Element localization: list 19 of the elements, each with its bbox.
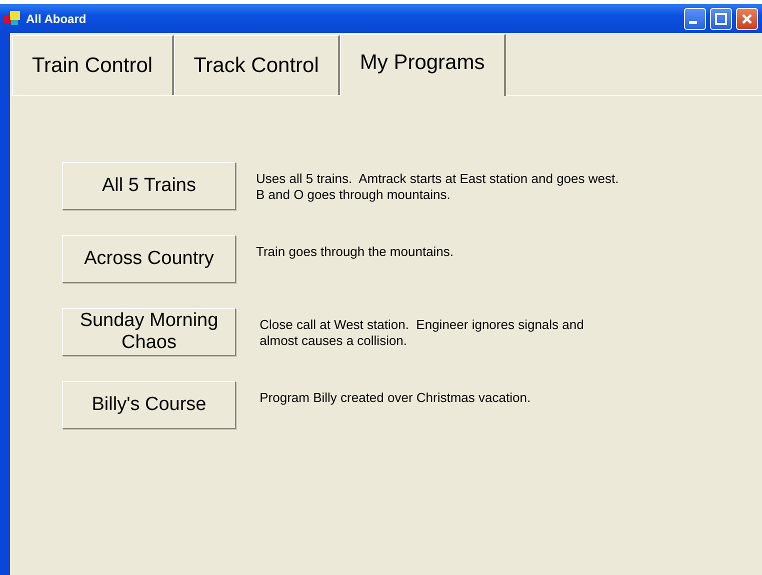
close-icon [741,12,753,24]
close-button[interactable] [736,8,758,30]
tab[interactable]: My Programs [340,34,506,96]
program-description: Program Billy created over Christmas vacation. [258,390,531,406]
program-button[interactable]: All 5 Trains [62,162,236,210]
tab[interactable]: Track Control [174,35,340,95]
minimize-icon [689,21,697,24]
program-description: Uses all 5 trains. Amtrack starts at East station and goes west. B and O goes through mountains. [256,171,619,203]
minimize-button[interactable] [684,8,706,30]
program-button[interactable]: Billy's Course [62,381,236,429]
program-button[interactable]: Sunday Morning Chaos [62,308,236,356]
maximize-button[interactable] [710,8,732,30]
window-title: All Aboard [26,12,88,26]
tab[interactable]: Train Control [12,35,174,95]
app-icon [4,10,22,26]
program-button[interactable]: Across Country [62,235,236,283]
maximize-icon [715,12,727,24]
program-description: Close call at West station. Engineer ignores signals and almost causes a collision. [258,317,584,349]
program-description: Train goes through the mountains. [256,244,454,260]
